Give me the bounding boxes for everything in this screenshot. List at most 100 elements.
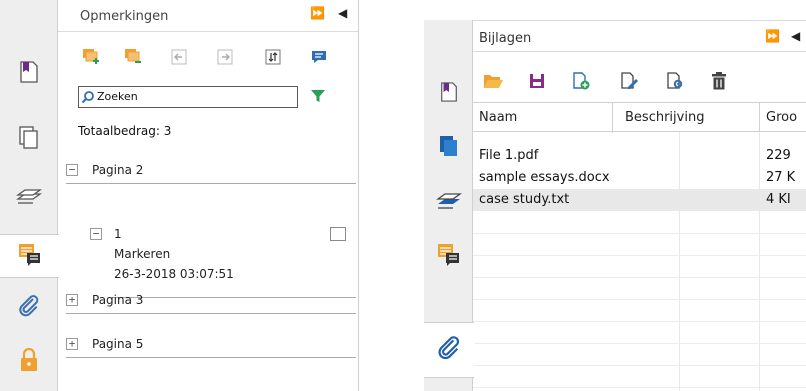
previous-icon: [170, 48, 188, 70]
expand-panel-button[interactable]: ⏩: [310, 6, 325, 20]
row-line: [473, 299, 806, 300]
expand-toggle[interactable]: +: [66, 294, 78, 306]
sort-icon: [264, 48, 282, 70]
delete-icon: [710, 71, 728, 95]
next-comment-button[interactable]: [214, 48, 236, 70]
attachments-table: Naam Beschrijving Groo File 1.pdf 229 sa…: [473, 102, 806, 391]
file-size: 4 KI: [766, 192, 791, 207]
search-input-text: Zoeken: [97, 90, 138, 103]
panel-border: [358, 0, 359, 391]
attachments-panel: Bijlagen ⏩ ◀ Naam Beschrijving Groo File…: [424, 20, 806, 391]
file-name: File 1.pdf: [479, 148, 539, 163]
previous-comment-button[interactable]: [168, 48, 190, 70]
attachment-icon: [17, 294, 41, 322]
collapse-all-icon: [123, 47, 143, 71]
tree-item-label: Pagina 2: [92, 163, 144, 177]
tree-item-page-5[interactable]: + Pagina 5: [66, 334, 356, 356]
comment-type: Markeren: [114, 247, 171, 261]
add-attachment-button[interactable]: [570, 72, 592, 94]
file-settings-icon: [665, 71, 685, 95]
filter-button[interactable]: [310, 88, 326, 108]
page-icon: [18, 60, 40, 88]
panel-title: Opmerkingen: [80, 9, 169, 24]
collapse-panel-button[interactable]: ◀: [338, 6, 347, 20]
comment-checkbox[interactable]: [330, 227, 346, 241]
expand-all-icon: [81, 47, 101, 71]
row-line: [473, 321, 806, 322]
tree-item-label: Pagina 3: [92, 293, 144, 307]
comments-icon: [17, 241, 43, 271]
column-divider[interactable]: [759, 103, 760, 133]
pages-icon: [18, 125, 40, 155]
layers-icon: [15, 185, 43, 211]
comment-icon: [310, 48, 328, 70]
file-name: case study.txt: [479, 192, 570, 207]
column-header-size[interactable]: Groo: [766, 110, 797, 125]
comments-panel: Opmerkingen ⏩ ◀ Zoeken Totaalbedrag: 3 −…: [0, 0, 362, 391]
tab-layers[interactable]: [4, 176, 54, 220]
left-side-tabs: [0, 0, 59, 391]
tab-page[interactable]: [4, 52, 54, 96]
row-line: [473, 233, 806, 234]
collapse-toggle[interactable]: −: [66, 164, 78, 176]
tab-pages[interactable]: [428, 124, 470, 172]
divider: [66, 357, 356, 358]
tree-item-page-2[interactable]: − Pagina 2: [66, 160, 356, 182]
add-comment-button[interactable]: [308, 48, 330, 70]
comments-icon: [436, 241, 462, 271]
open-folder-icon: [482, 71, 504, 95]
collapse-all-button[interactable]: [122, 48, 144, 70]
attachment-icon: [436, 335, 462, 365]
delete-attachment-button[interactable]: [708, 72, 730, 94]
right-side-tabs: [424, 20, 474, 391]
collapse-panel-button[interactable]: ◀: [791, 29, 800, 43]
divider: [66, 313, 356, 314]
filter-icon: [311, 90, 325, 102]
pages-icon: [438, 134, 460, 162]
column-divider[interactable]: [612, 103, 613, 133]
tab-pages[interactable]: [4, 118, 54, 162]
sort-button[interactable]: [262, 48, 284, 70]
search-icon: [81, 91, 94, 104]
file-name: sample essays.docx: [479, 170, 610, 185]
save-attachment-button[interactable]: [526, 72, 548, 94]
row-line: [473, 343, 806, 344]
row-line: [473, 365, 806, 366]
tab-security[interactable]: [4, 340, 54, 384]
attachment-settings-button[interactable]: [664, 72, 686, 94]
attachments-panel-header: Bijlagen ⏩ ◀: [473, 20, 806, 52]
file-size: 229: [766, 148, 791, 163]
open-attachment-button[interactable]: [482, 72, 504, 94]
table-row[interactable]: File 1.pdf 229: [473, 145, 806, 167]
layers-icon: [435, 187, 463, 217]
tree-item-page-3[interactable]: + Pagina 3: [66, 290, 356, 312]
row-line: [473, 255, 806, 256]
tab-attachments[interactable]: [424, 322, 474, 378]
panel-title: Bijlagen: [479, 31, 532, 46]
expand-all-button[interactable]: [80, 48, 102, 70]
comment-item[interactable]: 1 Markeren 26-3-2018 03:07:51: [92, 224, 352, 294]
expand-toggle[interactable]: +: [66, 338, 78, 350]
page-icon: [439, 80, 459, 108]
column-header-description[interactable]: Beschrijving: [625, 110, 704, 125]
tab-layers[interactable]: [428, 178, 470, 226]
file-size: 27 K: [766, 170, 796, 185]
tab-attachments[interactable]: [4, 286, 54, 330]
divider: [66, 183, 356, 184]
table-header: Naam Beschrijving Groo: [473, 102, 806, 133]
row-line: [473, 387, 806, 388]
tab-page[interactable]: [428, 70, 470, 118]
column-header-name[interactable]: Naam: [479, 110, 517, 125]
search-input[interactable]: Zoeken: [78, 86, 298, 108]
edit-attachment-button[interactable]: [618, 72, 640, 94]
edit-file-icon: [619, 71, 639, 95]
expand-panel-button[interactable]: ⏩: [765, 29, 780, 43]
next-icon: [216, 48, 234, 70]
add-file-icon: [571, 71, 591, 95]
table-row[interactable]: sample essays.docx 27 K: [473, 167, 806, 189]
table-row-selected[interactable]: case study.txt 4 KI: [473, 189, 806, 211]
tab-comments[interactable]: [428, 232, 470, 280]
comment-timestamp: 26-3-2018 03:07:51: [114, 267, 234, 281]
tab-comments[interactable]: [0, 234, 59, 278]
save-icon: [528, 72, 546, 94]
